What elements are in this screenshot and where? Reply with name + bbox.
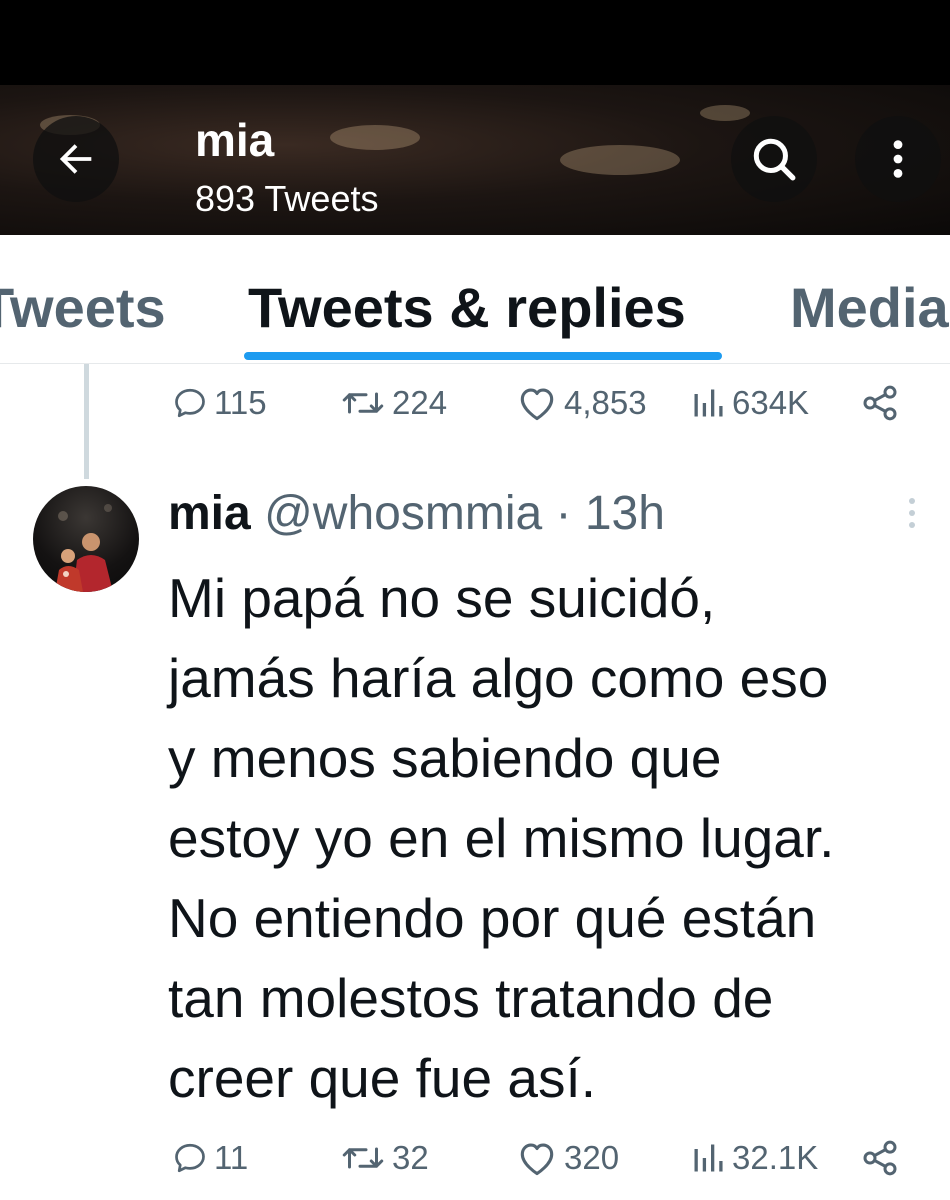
more-options-button[interactable] (855, 116, 941, 202)
active-tab-indicator (244, 352, 722, 360)
profile-tabs: Tweets Tweets & replies Media (0, 235, 950, 364)
retweet-count: 32 (392, 1139, 429, 1176)
heart-icon (520, 388, 554, 421)
reply-button[interactable]: 11 (172, 1133, 248, 1183)
heart-icon (520, 1143, 554, 1176)
header-tweet-count: 893 Tweets (195, 178, 379, 219)
like-button[interactable]: 4,853 (516, 378, 647, 428)
retweet-button[interactable]: 224 (340, 378, 447, 428)
reply-icon (175, 1143, 205, 1173)
tweet-text: Mi papá no se suicidó, jamás haría algo … (168, 558, 938, 1118)
search-icon (753, 138, 796, 181)
tweet-text-line: estoy yo en el mismo lugar. (168, 807, 835, 869)
tweet-text-line: y menos sabiendo que (168, 727, 722, 789)
tweet-time[interactable]: · 13h (556, 487, 665, 540)
reply-button[interactable]: 115 (172, 378, 267, 428)
back-button[interactable] (33, 116, 119, 202)
previous-tweet-actions: 115 224 4,853 634K (0, 378, 950, 428)
views-bar-chart-icon (694, 389, 723, 417)
like-count: 320 (564, 1139, 620, 1176)
tab-tweets-and-replies[interactable]: Tweets & replies (248, 275, 686, 340)
header-profile-name: mia (195, 114, 275, 166)
views-button[interactable]: 634K (690, 378, 809, 428)
share-button[interactable] (860, 378, 900, 428)
tab-media[interactable]: Media (790, 275, 949, 340)
reply-icon (175, 388, 205, 418)
tab-tweets[interactable]: Tweets (0, 275, 166, 340)
retweet-icon (342, 392, 384, 414)
views-button[interactable]: 32.1K (690, 1133, 818, 1183)
tweet-text-line: creer que fue así. (168, 1047, 597, 1109)
avatar-photo (55, 504, 113, 592)
share-icon (863, 385, 897, 421)
retweet-icon (342, 1147, 384, 1169)
more-vertical-icon (893, 140, 903, 178)
reply-count: 11 (214, 1139, 249, 1176)
tweet-handle[interactable]: @whosmmia (264, 487, 542, 540)
tweet-text-line: No entiendo por qué están (168, 887, 817, 949)
views-count: 634K (732, 384, 810, 421)
more-vertical-icon (909, 498, 915, 528)
retweet-button[interactable]: 32 (340, 1133, 429, 1183)
tweet-text-line: Mi papá no se suicidó, (168, 567, 716, 629)
status-bar-area (0, 0, 950, 85)
like-count: 4,853 (564, 384, 647, 421)
retweet-count: 224 (392, 384, 448, 421)
like-button[interactable]: 320 (516, 1133, 619, 1183)
tweet-text-line: jamás haría algo como eso (168, 647, 829, 709)
views-count: 32.1K (732, 1139, 819, 1176)
tweet-actions: 11 32 320 32.1K (0, 1133, 950, 1183)
share-button[interactable] (860, 1133, 900, 1183)
reply-count: 115 (214, 384, 267, 421)
profile-header-banner: mia 893 Tweets (0, 85, 950, 235)
arrow-left-icon (59, 144, 92, 174)
tweet-author-name[interactable]: mia (168, 487, 251, 540)
share-icon (863, 1140, 897, 1176)
avatar[interactable] (33, 486, 139, 592)
tweet-more-button[interactable] (900, 493, 924, 533)
tweet-text-line: tan molestos tratando de (168, 967, 774, 1029)
views-bar-chart-icon (694, 1144, 723, 1172)
search-button[interactable] (731, 116, 817, 202)
tweet-header: mia @whosmmia · 13h (168, 486, 665, 541)
